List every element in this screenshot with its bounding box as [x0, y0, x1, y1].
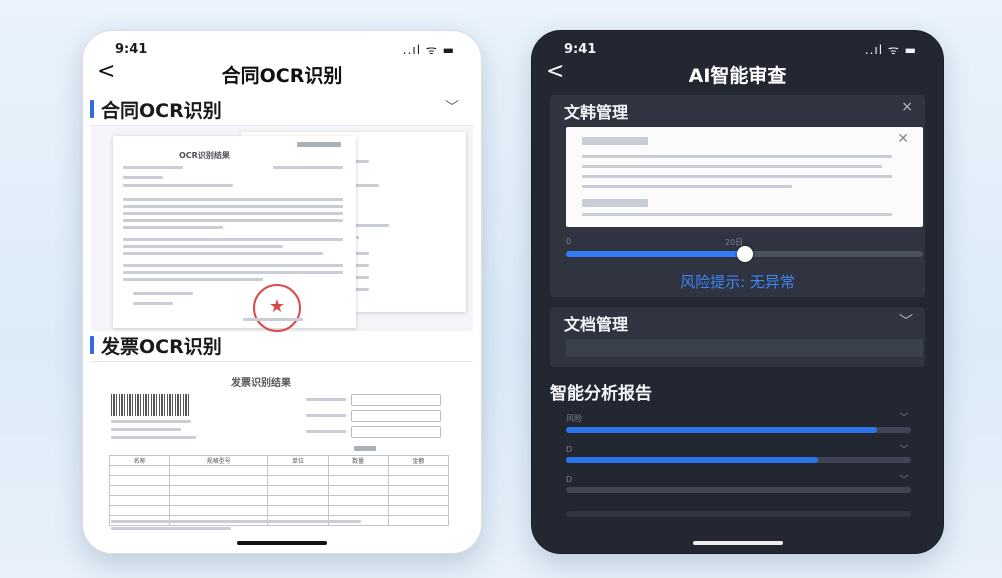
document-management-panel[interactable]: 文档管理 ﹀: [550, 307, 925, 367]
slider-thumb[interactable]: [736, 246, 753, 262]
table-header: 名称: [108, 455, 171, 466]
chevron-down-icon: ﹀: [899, 475, 909, 486]
chevron-down-icon[interactable]: ﹀: [899, 311, 913, 331]
contract-ocr-phone: 9:41 ..ıl ᯤ ▬ < 合同OCR识别 合同OCR识别 ﹀ OCR识别结: [82, 30, 482, 554]
document-preview: ✕: [566, 127, 923, 227]
slider-fill: [566, 251, 745, 257]
risk-status-text: 风险提示: 无异常: [680, 273, 795, 291]
ai-review-phone: 9:41 ..ıl ᯤ ▬ < AI智能审查 文韩管理 × ✕ 0 20日 风险…: [531, 30, 944, 554]
bar-label: D: [566, 475, 573, 484]
panel-title: 文韩管理: [564, 103, 629, 122]
table-row: [108, 505, 450, 516]
analysis-bar: [566, 457, 911, 463]
invoice-field: [351, 410, 441, 422]
nav-bar: < AI智能审查: [532, 55, 943, 89]
table-row: [108, 485, 450, 496]
chevron-down-icon: ﹀: [899, 413, 909, 424]
invoice-field: [351, 426, 441, 438]
table-header: 金额: [387, 455, 450, 466]
analysis-bar: [566, 511, 911, 517]
invoice-table: 名称 规格型号 单位 数量 金额: [108, 455, 450, 526]
section-invoice-ocr[interactable]: 发票OCR识别: [83, 329, 481, 361]
nav-bar: < 合同OCR识别: [83, 55, 481, 89]
section-accent-bar: [90, 100, 94, 118]
home-indicator: [692, 541, 783, 545]
analysis-bar-fill: [566, 427, 877, 433]
table-row: [108, 475, 450, 486]
section-title: 发票OCR识别: [101, 336, 222, 358]
invoice-preview-card: 发票识别结果 名称 规格型号 单位 数量 金额: [91, 361, 473, 532]
chevron-down-icon[interactable]: ﹀: [445, 97, 459, 117]
table-row: [108, 495, 450, 506]
contract-front-page: OCR识别结果 ★: [113, 136, 356, 332]
document-field[interactable]: [566, 339, 923, 357]
contract-paper-title: OCR识别结果: [179, 151, 230, 160]
section-accent-bar: [90, 336, 94, 354]
bar-label: D: [566, 445, 573, 454]
section-title: 合同OCR识别: [101, 100, 222, 122]
home-indicator: [237, 541, 327, 545]
chevron-down-icon: ﹀: [899, 445, 909, 456]
analysis-bar-fill: [566, 457, 818, 463]
report-title: 智能分析报告: [550, 384, 652, 404]
document-panel: 文韩管理 × ✕ 0 20日 风险提示: 无异常: [550, 95, 925, 297]
invoice-paper-title: 发票识别结果: [231, 378, 291, 389]
red-seal-icon: ★: [253, 284, 301, 332]
date-slider[interactable]: [566, 246, 923, 262]
barcode-icon: [111, 394, 191, 416]
slider-min-label: 0: [566, 237, 572, 246]
analysis-bar: [566, 487, 911, 493]
contract-preview-card: OCR识别结果 ★: [91, 125, 473, 332]
page-title: 合同OCR识别: [221, 65, 343, 87]
panel-title: 文档管理: [564, 315, 629, 334]
invoice-field: [351, 394, 441, 406]
page-title: AI智能审查: [688, 65, 787, 87]
section-contract-ocr[interactable]: 合同OCR识别 ﹀: [83, 93, 481, 125]
table-header: 规格型号: [169, 455, 269, 466]
close-icon[interactable]: ×: [901, 99, 913, 115]
close-icon[interactable]: ✕: [897, 131, 909, 147]
table-row: [108, 465, 450, 476]
table-header: 单位: [267, 455, 329, 466]
bar-label: 风险: [566, 414, 582, 423]
table-header: 数量: [327, 455, 389, 466]
analysis-bar: [566, 427, 911, 433]
